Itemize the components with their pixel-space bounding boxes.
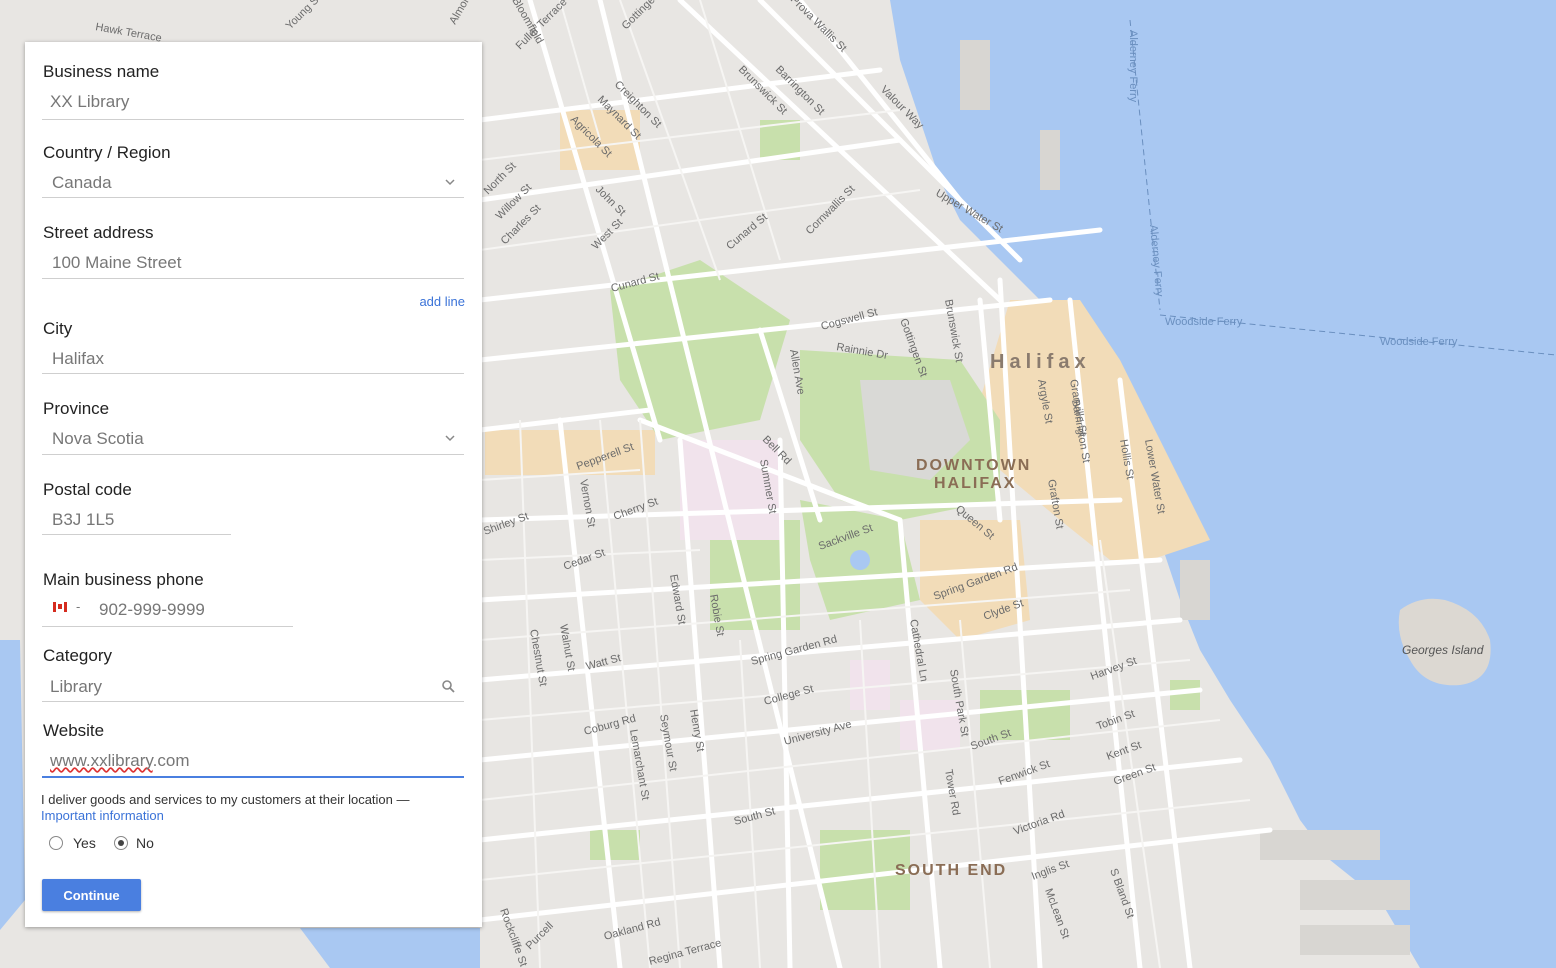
city-label: Halifax — [990, 351, 1091, 373]
street-field: Street address — [43, 223, 154, 243]
business-name-underline — [42, 119, 464, 120]
city-field: City — [43, 319, 72, 339]
important-information-link[interactable]: Important information — [41, 808, 164, 823]
phone-input[interactable]: 902-999-9999 — [99, 600, 205, 620]
category-label: Category — [43, 646, 112, 665]
province-label: Province — [43, 399, 110, 418]
category-field: Category — [43, 646, 112, 666]
canada-flag-icon[interactable] — [53, 602, 67, 612]
category-input[interactable]: Library — [50, 677, 102, 697]
business-form-panel: Business name XX Library Country / Regio… — [25, 42, 482, 927]
website-label: Website — [43, 721, 105, 740]
delivery-notice: I deliver goods and services to my custo… — [41, 792, 461, 824]
street-label: Street address — [43, 223, 154, 242]
continue-button[interactable]: Continue — [42, 879, 141, 911]
radio-yes-label: Yes — [73, 835, 96, 851]
city-input[interactable]: Halifax — [52, 349, 104, 369]
ferry-label-1: Woodside Ferry — [1165, 316, 1243, 328]
phone-country-dropdown[interactable]: - — [76, 599, 80, 614]
add-line-link[interactable]: add line — [419, 294, 465, 309]
category-underline — [42, 701, 464, 702]
country-underline — [42, 197, 464, 198]
postal-input[interactable]: B3J 1L5 — [52, 510, 114, 530]
business-name-label: Business name — [43, 62, 160, 81]
country-label: Country / Region — [43, 143, 171, 162]
street-underline — [42, 278, 464, 279]
province-underline — [42, 454, 464, 455]
delivery-notice-text: I deliver goods and services to my custo… — [41, 792, 410, 807]
province-select[interactable]: Nova Scotia — [52, 429, 144, 449]
district-label-southend: SOUTH END — [895, 862, 1007, 879]
country-select[interactable]: Canada — [52, 173, 112, 193]
postal-underline — [42, 534, 231, 535]
search-icon[interactable] — [441, 679, 455, 693]
website-underline-active — [42, 776, 464, 778]
chevron-down-icon[interactable] — [445, 177, 455, 187]
website-value-misspelled: www.xxlibrary — [50, 751, 153, 770]
street-input[interactable]: 100 Maine Street — [52, 253, 181, 273]
radio-no-label: No — [136, 835, 154, 851]
country-field: Country / Region — [43, 143, 171, 163]
island-label: Georges Island — [1402, 643, 1484, 657]
ferry-label-3: Alderney Ferry — [1127, 30, 1139, 103]
phone-label: Main business phone — [43, 570, 204, 589]
phone-field: Main business phone — [43, 570, 204, 590]
district-label-halifax: HALIFAX — [934, 475, 1016, 492]
ferry-label-2: Woodside Ferry — [1380, 336, 1458, 348]
chevron-down-icon[interactable] — [445, 433, 455, 443]
business-name-input[interactable]: XX Library — [50, 92, 129, 112]
radio-no[interactable] — [114, 836, 128, 850]
business-name-field: Business name — [43, 62, 159, 82]
district-label-downtown: DOWNTOWN — [916, 457, 1031, 474]
city-underline — [42, 373, 464, 374]
postal-field: Postal code — [43, 480, 132, 500]
website-field: Website — [43, 721, 104, 741]
province-field: Province — [43, 399, 109, 419]
postal-label: Postal code — [43, 480, 132, 499]
city-label: City — [43, 319, 73, 338]
website-value-suffix: .com — [152, 751, 190, 770]
phone-underline — [42, 626, 293, 627]
radio-yes[interactable] — [49, 836, 63, 850]
website-input[interactable]: www.xxlibrary.com — [50, 751, 189, 771]
